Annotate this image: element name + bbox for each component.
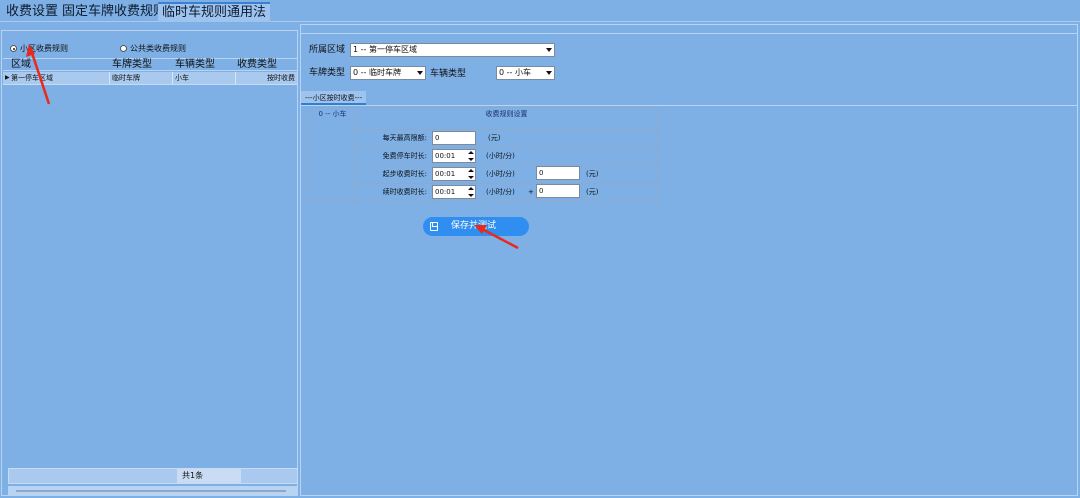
rules-table-header: 区域 车牌类型 车辆类型 收费类型: [3, 58, 297, 71]
cell-plate-type: 临时车牌: [112, 74, 140, 82]
chevron-down-icon: [546, 48, 552, 52]
save-and-test-button[interactable]: 保存并测试: [423, 217, 529, 236]
column-header-area[interactable]: 区域: [11, 59, 31, 71]
plate-type-select[interactable]: 0 -- 临时车牌: [350, 66, 426, 80]
rule-scope-radio-group: 小区收费规则 公共类收费规则: [10, 43, 290, 57]
cont-duration-unit: (小时/分): [486, 188, 515, 196]
vehicle-type-label: 车辆类型: [430, 69, 467, 79]
cell-area: 第一停车区域: [11, 74, 53, 82]
tab-fee-settings[interactable]: 收费设置: [2, 2, 62, 22]
fee-rules-table: 0 -- 小车 收费规则设置 每天最高限额: 0 (元) 免费停车时长: 00:…: [309, 107, 658, 202]
start-duration-value: 00:01: [435, 170, 456, 178]
free-time-stepper[interactable]: 00:01: [432, 149, 476, 163]
spinner-icon[interactable]: [468, 168, 474, 180]
daily-max-input[interactable]: 0: [432, 131, 476, 145]
table-footer: 共1条: [8, 468, 298, 484]
divider: [301, 33, 1077, 34]
tab-fixed-plate-rules[interactable]: 固定车牌收费规则: [58, 2, 170, 22]
table-row[interactable]: ▶ 第一停车区域 临时车牌 小车 按时收费: [3, 72, 297, 85]
start-fee-unit: (元): [586, 170, 599, 178]
spinner-icon[interactable]: [468, 150, 474, 162]
daily-max-unit: (元): [488, 134, 501, 142]
plate-type-label: 车牌类型: [309, 68, 346, 78]
start-duration-stepper[interactable]: 00:01: [432, 167, 476, 181]
spinner-icon[interactable]: [468, 186, 474, 198]
start-fee-input[interactable]: 0: [536, 166, 580, 180]
free-time-label: 免费停车时长:: [382, 152, 427, 160]
cont-duration-value: 00:01: [435, 188, 456, 196]
divider: [301, 105, 1077, 106]
column-header-fee-type[interactable]: 收费类型: [237, 59, 277, 71]
scrollbar-thumb[interactable]: [16, 490, 286, 492]
vehicle-type-column: 0 -- 小车: [310, 108, 355, 201]
chevron-down-icon: [546, 71, 552, 75]
save-and-test-label: 保存并测试: [451, 221, 497, 231]
cell-divider: [235, 72, 236, 84]
radio-public-rules[interactable]: 公共类收费规则: [120, 43, 186, 54]
save-icon: [430, 222, 438, 231]
tab-community-hourly-fee[interactable]: ---小区按时收费---: [301, 91, 367, 105]
start-duration-unit: (小时/分): [486, 170, 515, 178]
cont-fee-unit: (元): [586, 188, 599, 196]
cell-vehicle-type: 小车: [175, 74, 189, 82]
area-label: 所属区域: [309, 45, 346, 55]
cell-divider: [109, 72, 110, 84]
main-tab-bar: 收费设置 固定车牌收费规则 临时车规则通用法: [0, 0, 1080, 22]
vehicle-type-select-value: 0 -- 小车: [499, 68, 531, 77]
radio-community-rules[interactable]: 小区收费规则: [10, 43, 68, 54]
horizontal-scrollbar[interactable]: [8, 486, 298, 496]
plate-type-select-value: 0 -- 临时车牌: [353, 68, 401, 77]
start-duration-label: 起步收费时长:: [382, 170, 427, 178]
column-header-plate-type[interactable]: 车牌类型: [112, 59, 152, 71]
row-divider: [356, 129, 658, 130]
cont-duration-stepper[interactable]: 00:01: [432, 185, 476, 199]
cont-duration-label: 续时收费时长:: [382, 188, 427, 196]
vehicle-type-cell: 0 -- 小车: [318, 110, 347, 118]
row-indicator-icon: ▶: [5, 74, 10, 81]
radio-public-label: 公共类收费规则: [130, 44, 186, 53]
fee-rules-title: 收费规则设置: [485, 110, 528, 118]
chevron-down-icon: [417, 71, 423, 75]
area-select[interactable]: 1 -- 第一停车区域: [350, 43, 555, 57]
row-divider: [356, 183, 658, 184]
cell-divider: [172, 72, 173, 84]
tab-temp-vehicle-rules[interactable]: 临时车规则通用法: [158, 2, 271, 22]
radio-selected-icon: [10, 45, 17, 52]
free-time-value: 00:01: [435, 152, 456, 160]
rule-list-panel: 小区收费规则 公共类收费规则 区域 车牌类型 车辆类型 收费类型 ▶ 第一停车区…: [1, 30, 298, 496]
radio-community-label: 小区收费规则: [20, 44, 68, 53]
column-header-vehicle-type[interactable]: 车辆类型: [175, 59, 215, 71]
area-select-value: 1 -- 第一停车区域: [353, 45, 417, 54]
row-divider: [356, 165, 658, 166]
vehicle-type-select[interactable]: 0 -- 小车: [496, 66, 555, 80]
total-count: 共1条: [177, 469, 241, 483]
cont-fee-input[interactable]: 0: [536, 184, 580, 198]
cell-fee-type: 按时收费: [267, 74, 295, 82]
plus-sign: +: [528, 188, 534, 196]
rule-editor-panel: 所属区域 1 -- 第一停车区域 车牌类型 0 -- 临时车牌 车辆类型 0 -…: [300, 24, 1078, 496]
row-divider: [356, 147, 658, 148]
daily-max-label: 每天最高限额:: [382, 134, 427, 142]
radio-unselected-icon: [120, 45, 127, 52]
free-time-unit: (小时/分): [486, 152, 515, 160]
